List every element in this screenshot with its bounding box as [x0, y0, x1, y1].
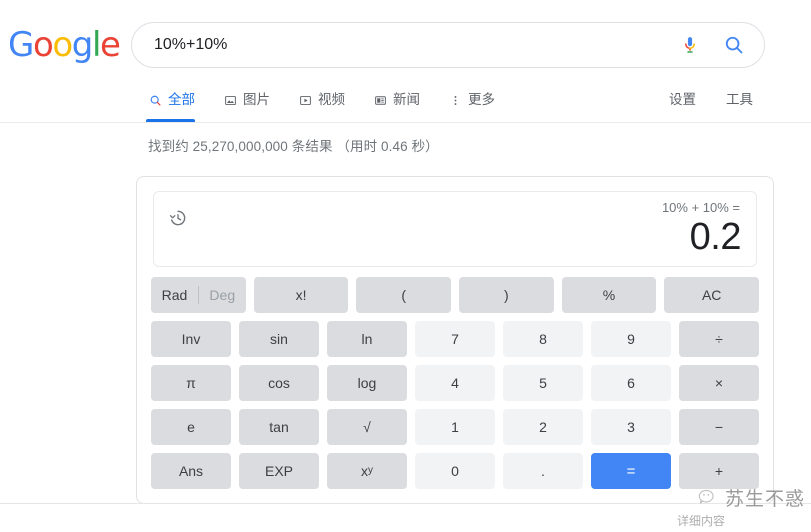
nav-tabs: 全部 图片 视频 新闻 更多 [146, 78, 523, 122]
search-nav-bar: 全部 图片 视频 新闻 更多 设置 工具 [0, 78, 811, 123]
video-icon [298, 93, 312, 107]
inverse-key[interactable]: Inv [151, 321, 231, 357]
watermark-title: 苏生不惑 [724, 488, 805, 510]
digit-0-key[interactable]: 0 [415, 453, 495, 489]
keypad-row: Rad Deg x! ( ) % AC [151, 277, 760, 313]
page-header: Google [0, 0, 811, 78]
digit-8-key[interactable]: 8 [503, 321, 583, 357]
deg-mode-label[interactable]: Deg [199, 287, 246, 303]
search-input[interactable] [152, 24, 674, 66]
power-key[interactable]: xy [327, 453, 407, 489]
logo-letter-l: l [91, 25, 101, 65]
tab-all[interactable]: 全部 [146, 78, 195, 122]
multiply-key[interactable]: × [679, 365, 759, 401]
microphone-icon[interactable] [674, 29, 706, 61]
history-icon[interactable] [168, 208, 190, 230]
tab-all-label: 全部 [168, 92, 195, 107]
factorial-key[interactable]: x! [253, 277, 349, 313]
calculator-answer: 0.2 [689, 216, 742, 258]
google-search-page: Google 10%+10% 全部 图片 视频 新闻 更多 设置 工具 找到约 … [0, 0, 811, 532]
keypad-row: π cos log 4 5 6 × [151, 365, 759, 401]
tab-more[interactable]: 更多 [448, 78, 495, 122]
result-stats: 找到约 25,270,000,000 条结果 （用时 0.46 秒） [148, 139, 439, 154]
calculator-card: 10% + 10% = 0.2 Rad Deg x! ( ) % AC Inv … [136, 176, 774, 504]
tab-news-label: 新闻 [393, 92, 420, 107]
digit-4-key[interactable]: 4 [415, 365, 495, 401]
tab-videos-label: 视频 [318, 92, 345, 107]
minus-key[interactable]: − [679, 409, 759, 445]
logo-letter-g2: g [71, 25, 94, 65]
tab-videos[interactable]: 视频 [298, 78, 345, 122]
power-exponent: y [368, 465, 373, 476]
search-bar[interactable] [131, 22, 765, 68]
tools-link[interactable]: 工具 [726, 78, 753, 122]
wechat-icon [697, 487, 719, 509]
sqrt-key[interactable]: √ [327, 409, 407, 445]
google-logo[interactable]: Google [8, 25, 121, 65]
logo-letter-e: e [100, 25, 121, 65]
tools-label: 工具 [726, 92, 753, 107]
tan-key[interactable]: tan [239, 409, 319, 445]
open-paren-key[interactable]: ( [356, 277, 452, 313]
close-paren-key[interactable]: ) [459, 277, 554, 313]
digit-2-key[interactable]: 2 [503, 409, 583, 445]
watermark-subtitle: 详细内容 [676, 514, 725, 528]
watermark: 苏生不惑 详细内容 [625, 484, 805, 529]
tab-more-label: 更多 [468, 92, 495, 107]
divide-key[interactable]: ÷ [679, 321, 759, 357]
all-clear-key[interactable]: AC [664, 277, 760, 313]
rad-deg-toggle[interactable]: Rad Deg [151, 277, 246, 313]
calculator-expression: 10% + 10% = [661, 200, 740, 215]
calculator-display: 10% + 10% = 0.2 [153, 191, 757, 267]
answer-key[interactable]: Ans [151, 453, 231, 489]
digit-6-key[interactable]: 6 [591, 365, 671, 401]
tab-images[interactable]: 图片 [223, 78, 270, 122]
watermark-row: 苏生不惑 [625, 484, 805, 511]
sin-key[interactable]: sin [239, 321, 319, 357]
decimal-point-key[interactable]: . [503, 453, 583, 489]
search-icon [148, 93, 162, 107]
digit-3-key[interactable]: 3 [591, 409, 671, 445]
digit-9-key[interactable]: 9 [591, 321, 671, 357]
nav-utility-links: 设置 工具 [639, 78, 753, 122]
percent-key[interactable]: % [561, 277, 657, 313]
pi-key[interactable]: π [151, 365, 231, 401]
logo-letter-o2: o [52, 25, 73, 65]
logo-letter-g1: G [8, 25, 34, 65]
keypad-row: e tan √ 1 2 3 − [151, 409, 759, 445]
settings-label: 设置 [669, 92, 696, 107]
keypad-row: Inv sin ln 7 8 9 ÷ [151, 321, 759, 357]
rad-mode-label[interactable]: Rad [151, 287, 198, 303]
calculator-keypad: Rad Deg x! ( ) % AC Inv sin ln 7 8 9 ÷ π… [151, 277, 760, 489]
digit-1-key[interactable]: 1 [415, 409, 495, 445]
digit-7-key[interactable]: 7 [415, 321, 495, 357]
image-icon [223, 93, 237, 107]
tab-images-label: 图片 [243, 92, 270, 107]
exponent-key[interactable]: EXP [239, 453, 319, 489]
more-vertical-icon [448, 93, 462, 107]
tab-news[interactable]: 新闻 [373, 78, 420, 122]
ln-key[interactable]: ln [327, 321, 407, 357]
log-key[interactable]: log [327, 365, 407, 401]
search-submit-icon[interactable] [714, 27, 754, 63]
cos-key[interactable]: cos [239, 365, 319, 401]
euler-key[interactable]: e [151, 409, 231, 445]
logo-letter-o1: o [32, 25, 54, 65]
settings-link[interactable]: 设置 [669, 78, 696, 122]
digit-5-key[interactable]: 5 [503, 365, 583, 401]
news-icon [373, 93, 387, 107]
power-base: x [361, 463, 368, 479]
